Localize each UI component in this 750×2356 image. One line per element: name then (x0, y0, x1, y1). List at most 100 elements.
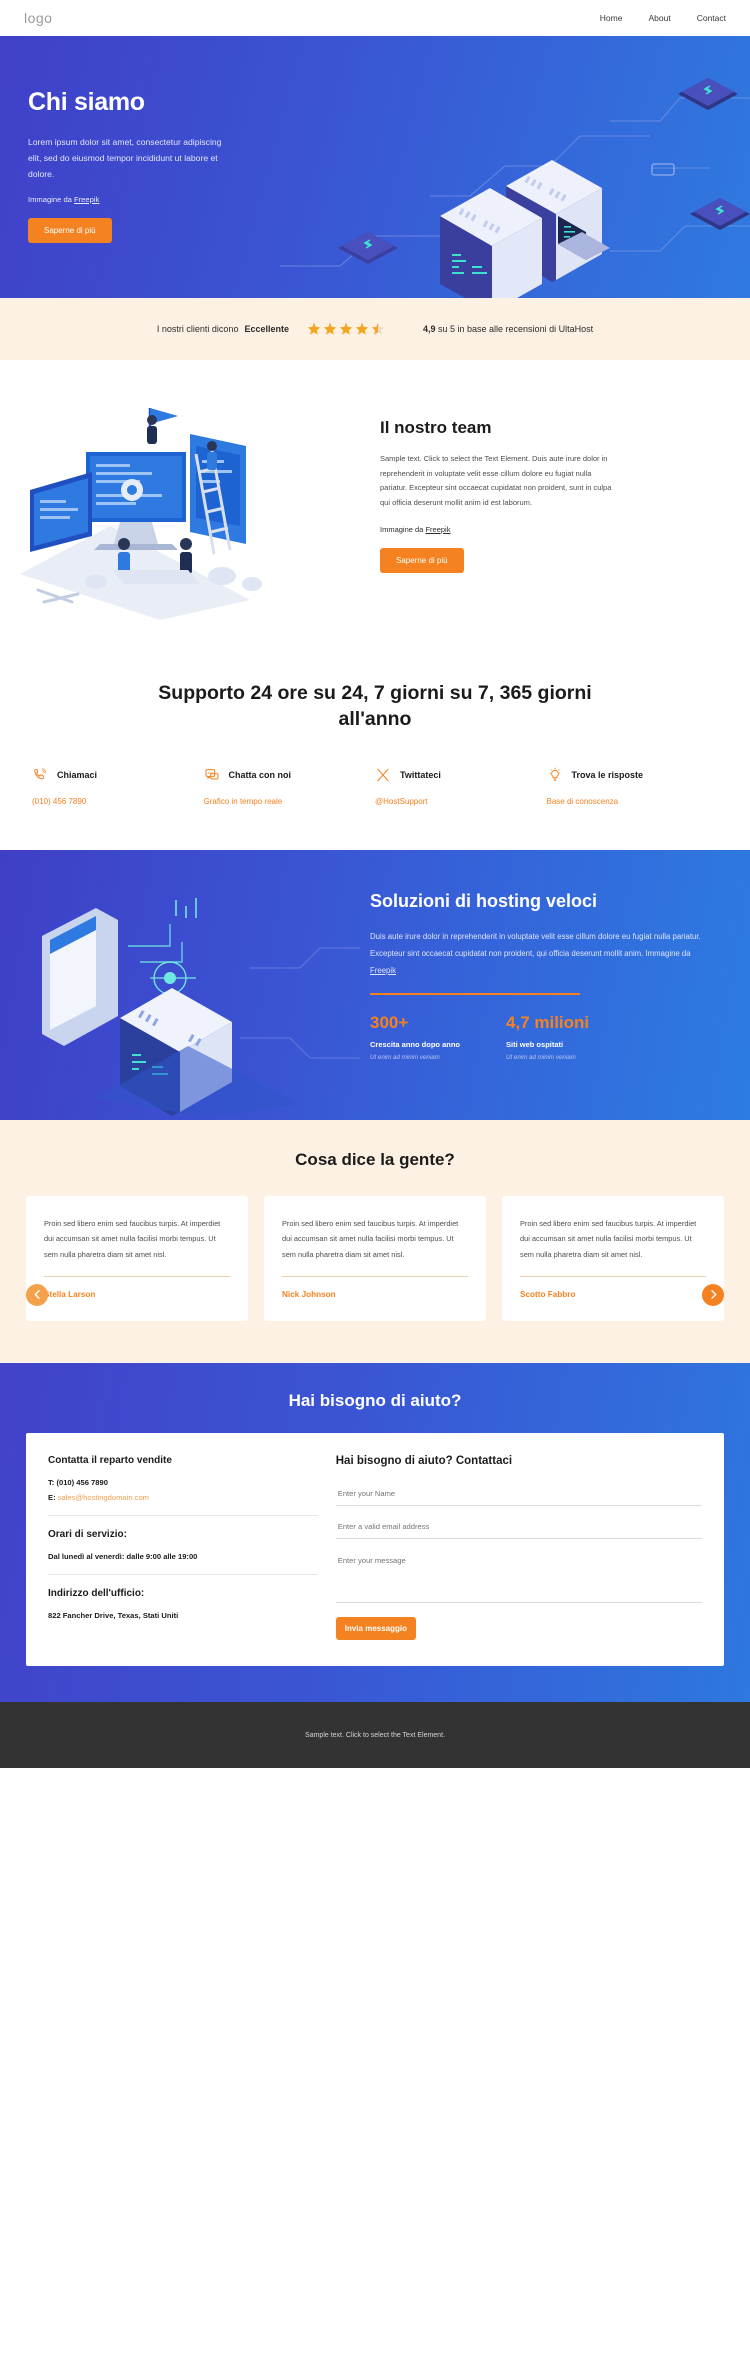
stat-sub: Ut enim ad minim veniam (506, 1053, 576, 1061)
support-head: Trova le risposte (547, 767, 719, 783)
rating-stars (307, 322, 385, 336)
contact-title: Hai bisogno di aiuto? (288, 1391, 462, 1411)
team-cta-button[interactable]: Saperne di più (380, 547, 464, 573)
rating-lead: I nostri clienti dicono Eccellente (157, 324, 289, 334)
support-value-twitter[interactable]: @HostSupport (375, 797, 547, 806)
message-input[interactable] (335, 1549, 702, 1604)
email-input[interactable] (335, 1516, 702, 1540)
testimonial-quote: Proin sed libero enim sed faucibus turpi… (282, 1218, 459, 1259)
rating-score-value: 4,9 (422, 324, 436, 334)
hero-attribution: Immagine da Freepik (28, 195, 300, 204)
chevron-left-icon (33, 1290, 40, 1300)
stat-number: 300+ (370, 1012, 409, 1032)
freepik-link[interactable]: Freepik (425, 525, 450, 534)
email-link[interactable]: sales@hostingdomain.com (58, 1493, 149, 1502)
star-half-icon (371, 322, 385, 335)
hero-cta-button[interactable]: Saperne di più (28, 217, 112, 243)
star-icon (323, 322, 337, 335)
hosting-attribution-prefix: Immagine da (643, 948, 691, 958)
support-columns: Chiamaci (010) 456 7890 Chatta con noi G… (0, 767, 750, 806)
contact-divider (48, 1515, 318, 1517)
submit-button[interactable]: Invia messaggio (335, 1617, 416, 1641)
hosting-illustration (42, 897, 360, 1118)
stat-label: Crescita anno dopo anno (370, 1039, 461, 1049)
support-column-chat: Chatta con noi Grafico in tempo reale (204, 767, 376, 806)
x-twitter-icon (377, 768, 389, 781)
hero-attribution-prefix: Immagine da (28, 194, 75, 204)
testimonial-quote: Proin sed libero enim sed faucibus turpi… (520, 1218, 697, 1259)
team-illustration (20, 408, 262, 620)
hero-server-illustration (280, 78, 750, 298)
support-value-chat[interactable]: Grafico in tempo reale (204, 797, 376, 806)
logo[interactable]: logo (24, 10, 52, 26)
support-label: Trova le risposte (571, 769, 644, 780)
email-prefix: E: (48, 1493, 58, 1503)
team-attribution-prefix: Immagine da (380, 524, 426, 534)
hosting-section: Soluzioni di hosting veloci Duis aute ir… (0, 849, 750, 1120)
hosting-stats: 300+ Crescita anno dopo anno Ut enim ad … (370, 1013, 702, 1061)
testimonial-author: Nick Johnson (282, 1290, 336, 1300)
contact-email-line: E: sales@hostingdomain.com (48, 1493, 318, 1502)
support-title: Supporto 24 ore su 24, 7 giorni su 7, 36… (158, 682, 592, 731)
site-header: logo Home About Contact (0, 0, 750, 36)
rating-bar: I nostri clienti dicono Eccellente 4,9 su… (0, 298, 750, 360)
team-section: Il nostro team Sample text. Click to sel… (0, 360, 750, 664)
rating-score: 4,9 su 5 in base alle recensioni di Ulta… (423, 324, 593, 334)
carousel-prev-button[interactable] (26, 1283, 48, 1306)
lightbulb-icon (549, 767, 560, 781)
stat-label: Siti web ospitati (506, 1039, 564, 1049)
name-input[interactable] (335, 1483, 702, 1507)
stat-number: 4,7 milioni (506, 1012, 590, 1032)
contact-box: Contatta il reparto vendite T: (010) 456… (26, 1433, 724, 1667)
freepik-link[interactable]: Freepik (74, 195, 99, 204)
chat-icon (205, 768, 218, 780)
contact-form: Hai bisogno di aiuto? Contattaci Invia m… (335, 1455, 702, 1641)
card-divider (520, 1276, 706, 1278)
testimonial-card: Proin sed libero enim sed faucibus turpi… (26, 1195, 248, 1322)
contact-details: Contatta il reparto vendite T: (010) 456… (48, 1455, 336, 1640)
support-value-knowledge[interactable]: Base di conoscenza (547, 797, 719, 806)
stat-sub: Ut enim ad minim veniam (370, 1053, 440, 1061)
rating-lead-text: I nostri clienti dicono (156, 324, 239, 334)
testimonial-author: Stella Larson (44, 1290, 96, 1300)
team-title: Il nostro team (380, 418, 492, 437)
main-navigation: Home About Contact (600, 13, 726, 23)
hours-heading: Orari di servizio: (48, 1529, 127, 1541)
rating-score-rest: su 5 in base alle recensioni di UltaHost (435, 324, 594, 334)
contact-section: Hai bisogno di aiuto? Contatta il repart… (0, 1363, 750, 1703)
star-icon (355, 322, 369, 335)
nav-item-about[interactable]: About (648, 13, 670, 23)
nav-item-home[interactable]: Home (600, 13, 623, 23)
phone-value: (010) 456 7890 (56, 1478, 108, 1488)
hours-value: Dal lunedì al venerdì: dalle 9:00 alle 1… (48, 1552, 198, 1562)
testimonial-card: Proin sed libero enim sed faucibus turpi… (264, 1195, 486, 1322)
team-paragraph: Sample text. Click to select the Text El… (380, 454, 612, 507)
testimonials-title: Cosa dice la gente? (295, 1149, 455, 1169)
support-column-call: Chiamaci (010) 456 7890 (32, 767, 204, 806)
testimonial-author: Scotto Fabbro (520, 1290, 576, 1300)
form-title: Hai bisogno di aiuto? Contattaci (335, 1455, 513, 1468)
testimonials-section: Cosa dice la gente? Proin sed libero eni… (0, 1119, 750, 1364)
support-label: Chatta con noi (228, 769, 292, 780)
hero-title: Chi siamo (28, 88, 145, 116)
carousel-next-button[interactable] (702, 1283, 724, 1306)
support-column-knowledge: Trova le risposte Base di conoscenza (547, 767, 719, 806)
hosting-content: Soluzioni di hosting veloci Duis aute ir… (360, 850, 732, 1120)
rating-verdict: Eccellente (244, 324, 289, 334)
orange-divider (370, 993, 580, 995)
support-head: Twittateci (375, 767, 547, 783)
support-value-phone[interactable]: (010) 456 7890 (32, 797, 204, 806)
team-attribution: Immagine da Freepik (380, 525, 680, 534)
nav-item-contact[interactable]: Contact (697, 13, 726, 23)
support-column-twitter: Twittateci @HostSupport (375, 767, 547, 806)
testimonial-quote: Proin sed libero enim sed faucibus turpi… (44, 1218, 221, 1259)
support-section: Supporto 24 ore su 24, 7 giorni su 7, 36… (0, 664, 750, 850)
testimonial-card: Proin sed libero enim sed faucibus turpi… (502, 1195, 724, 1322)
testimonial-cards: Proin sed libero enim sed faucibus turpi… (0, 1195, 750, 1322)
hosting-paragraph: Duis aute irure dolor in reprehenderit i… (370, 929, 702, 979)
team-content: Il nostro team Sample text. Click to sel… (380, 394, 680, 573)
contact-phone-line: T: (010) 456 7890 (48, 1478, 318, 1487)
star-icon (307, 322, 321, 335)
freepik-link[interactable]: Freepik (370, 966, 396, 975)
hero-content: Chi siamo Lorem ipsum dolor sit amet, co… (0, 36, 300, 243)
